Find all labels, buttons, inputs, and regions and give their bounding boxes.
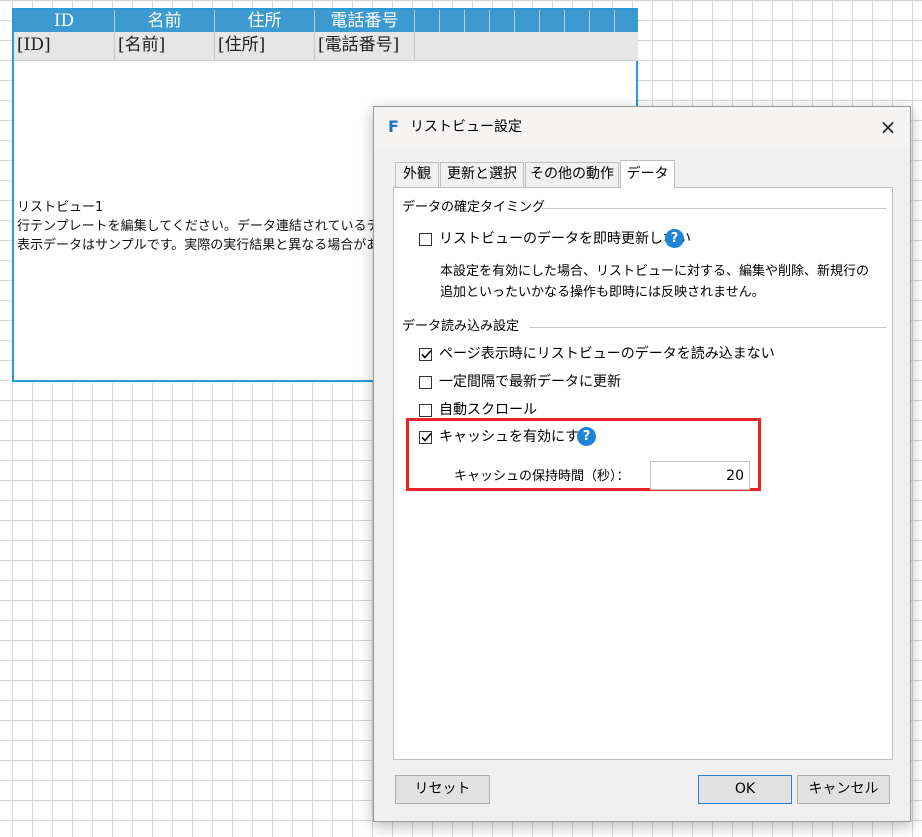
checkbox-label[interactable]: 自動スクロール xyxy=(439,401,537,419)
checkmark-icon xyxy=(421,432,432,442)
section-divider xyxy=(529,327,887,328)
checkbox-periodic-refresh[interactable] xyxy=(419,376,432,389)
app-logo-icon: F xyxy=(388,117,399,136)
help-icon[interactable]: ? xyxy=(577,427,596,446)
cache-hold-time-input[interactable] xyxy=(650,461,750,490)
section-title-commit-timing: データの確定タイミング xyxy=(402,200,546,215)
tab-other-actions[interactable]: その他の動作 xyxy=(525,162,619,187)
note-text: 追加といったいかなる操作も即時には反映されません。 xyxy=(440,285,765,300)
checkbox-label[interactable]: リストビューのデータを即時更新しない xyxy=(439,230,691,248)
cache-hold-time-label: キャッシュの保持時間（秒）： xyxy=(454,469,630,484)
cell-phone-placeholder: [電話番号] xyxy=(315,32,415,60)
column-header-phone[interactable]: 電話番号 xyxy=(315,10,415,32)
section-title-data-loading: データ読み込み設定 xyxy=(402,319,520,334)
checkbox-auto-scroll[interactable] xyxy=(419,404,432,417)
list-view-header-row: ID 名前 住所 電話番号 xyxy=(14,10,638,32)
column-header-empty xyxy=(490,10,515,32)
listview-settings-dialog: F リストビュー設定 × 外観 更新と選択 その他の動作 データ データの確定タ… xyxy=(373,106,911,822)
tab-update-and-selection[interactable]: 更新と選択 xyxy=(440,162,524,187)
checkbox-no-immediate-update[interactable] xyxy=(419,233,432,246)
close-icon[interactable]: × xyxy=(866,107,910,147)
column-header-empty xyxy=(515,10,540,32)
dialog-titlebar[interactable]: F リストビュー設定 × xyxy=(374,107,910,147)
checkbox-no-load-on-page-display[interactable] xyxy=(419,348,432,361)
note-text: 本設定を有効にした場合、リストビューに対する、編集や削除、新規行の xyxy=(440,264,870,279)
cell-address-placeholder: [住所] xyxy=(215,32,315,60)
cancel-button[interactable]: キャンセル xyxy=(797,775,890,804)
column-header-empty xyxy=(415,10,440,32)
column-header-id[interactable]: ID xyxy=(14,10,115,32)
list-view-template-row[interactable]: [ID] [名前] [住所] [電話番号] xyxy=(14,32,638,61)
cell-id-placeholder: [ID] xyxy=(14,32,115,60)
checkmark-icon xyxy=(421,349,432,359)
checkbox-enable-cache[interactable] xyxy=(419,431,432,444)
help-icon[interactable]: ? xyxy=(665,229,684,248)
column-header-empty xyxy=(465,10,490,32)
dialog-title: リストビュー設定 xyxy=(410,119,522,135)
tab-data[interactable]: データ xyxy=(620,160,675,188)
column-header-empty xyxy=(565,10,590,32)
cell-name-placeholder: [名前] xyxy=(115,32,215,60)
column-header-empty xyxy=(615,10,638,32)
column-header-empty xyxy=(440,10,465,32)
checkbox-label[interactable]: ページ表示時にリストビューのデータを読み込まない xyxy=(439,345,775,363)
checkbox-label[interactable]: 一定間隔で最新データに更新 xyxy=(439,373,621,391)
reset-button[interactable]: リセット xyxy=(395,775,490,804)
checkbox-label[interactable]: キャッシュを有効にする xyxy=(439,428,593,446)
tab-panel-data: データの確定タイミング リストビューのデータを即時更新しない ? 本設定を有効に… xyxy=(393,187,893,760)
section-divider xyxy=(542,208,887,209)
column-header-empty xyxy=(540,10,565,32)
column-header-name[interactable]: 名前 xyxy=(115,10,215,32)
column-header-address[interactable]: 住所 xyxy=(215,10,315,32)
column-header-empty xyxy=(590,10,615,32)
tab-appearance[interactable]: 外観 xyxy=(395,162,439,187)
ok-button[interactable]: OK xyxy=(698,775,792,804)
